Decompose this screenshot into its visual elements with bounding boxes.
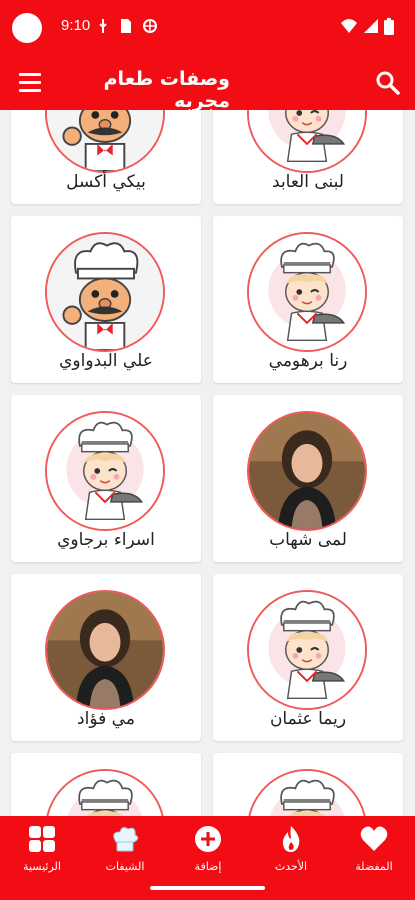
chef-name: ريما عثمان [269, 709, 347, 729]
chef-card[interactable] [11, 753, 201, 816]
camera-cutout [12, 13, 42, 43]
chef-name: بيكي أكسل [66, 172, 146, 192]
cartoon-chef-man-icon [45, 110, 165, 173]
gesture-bar[interactable] [150, 886, 265, 890]
chef-card[interactable]: اسراء برجاوي [11, 395, 201, 562]
chefs-grid: بيكي أكسل لبنى العابد علي البدواوي رنا ب… [0, 110, 415, 816]
signal-icon [364, 19, 378, 33]
chef-card[interactable]: علي البدواوي [11, 216, 201, 383]
nav-favorites[interactable]: المفضلة [334, 824, 414, 873]
nav-latest[interactable]: الأحدث [251, 824, 331, 873]
app-bar: وصفات طعام مجربه [0, 56, 415, 112]
nav-add-label: إضافة [194, 860, 222, 873]
cartoon-chef-woman-icon [45, 411, 165, 531]
cartoon-chef-woman-icon [247, 232, 367, 352]
battery-icon [384, 18, 394, 35]
cartoon-chef-woman-icon [247, 769, 367, 816]
chef-name: لمى شهاب [269, 530, 347, 550]
chef-hat-icon [113, 827, 139, 852]
chef-card[interactable]: مي فؤاد [11, 574, 201, 741]
chef-card[interactable]: رنا برهومي [213, 216, 403, 383]
nav-favorites-label: المفضلة [355, 860, 393, 873]
chef-photo-woman [247, 411, 367, 531]
chef-card[interactable]: لبنى العابد [213, 110, 403, 204]
nav-latest-label: الأحدث [274, 860, 308, 873]
usb-icon [99, 19, 107, 33]
wifi-icon [341, 19, 357, 33]
chef-name: لبنى العابد [272, 172, 344, 192]
nav-add[interactable]: إضافة [168, 824, 248, 873]
cartoon-chef-woman-icon [45, 769, 165, 816]
status-time: 9:10 [61, 17, 91, 34]
search-icon[interactable] [375, 70, 401, 96]
sim-card-icon [121, 19, 131, 33]
chef-name: رنا برهومي [268, 351, 348, 371]
cartoon-chef-woman-icon [247, 110, 367, 173]
cartoon-chef-man-icon [45, 232, 165, 352]
chef-name: اسراء برجاوي [57, 530, 155, 550]
nav-chefs-label: الشيفات [105, 860, 145, 873]
chef-name: مي فؤاد [77, 709, 135, 729]
nav-home[interactable]: الرئيسية [2, 824, 82, 873]
nav-chefs[interactable]: الشيفات [85, 824, 165, 873]
grid-icon [29, 826, 55, 852]
chef-name: علي البدواوي [59, 351, 153, 371]
status-bar: 9:10 [0, 0, 415, 56]
vpn-icon [143, 19, 157, 33]
chef-photo-woman [45, 590, 165, 710]
cartoon-chef-woman-icon [247, 590, 367, 710]
heart-icon [360, 826, 388, 851]
chef-card[interactable]: لمى شهاب [213, 395, 403, 562]
flame-icon [282, 826, 300, 852]
menu-icon[interactable] [19, 73, 41, 93]
chef-card[interactable]: بيكي أكسل [11, 110, 201, 204]
page-title: وصفات طعام مجربه [103, 68, 230, 112]
chef-card[interactable] [213, 753, 403, 816]
nav-home-label: الرئيسية [23, 860, 61, 873]
add-circle-icon [195, 826, 221, 852]
chef-card[interactable]: ريما عثمان [213, 574, 403, 741]
